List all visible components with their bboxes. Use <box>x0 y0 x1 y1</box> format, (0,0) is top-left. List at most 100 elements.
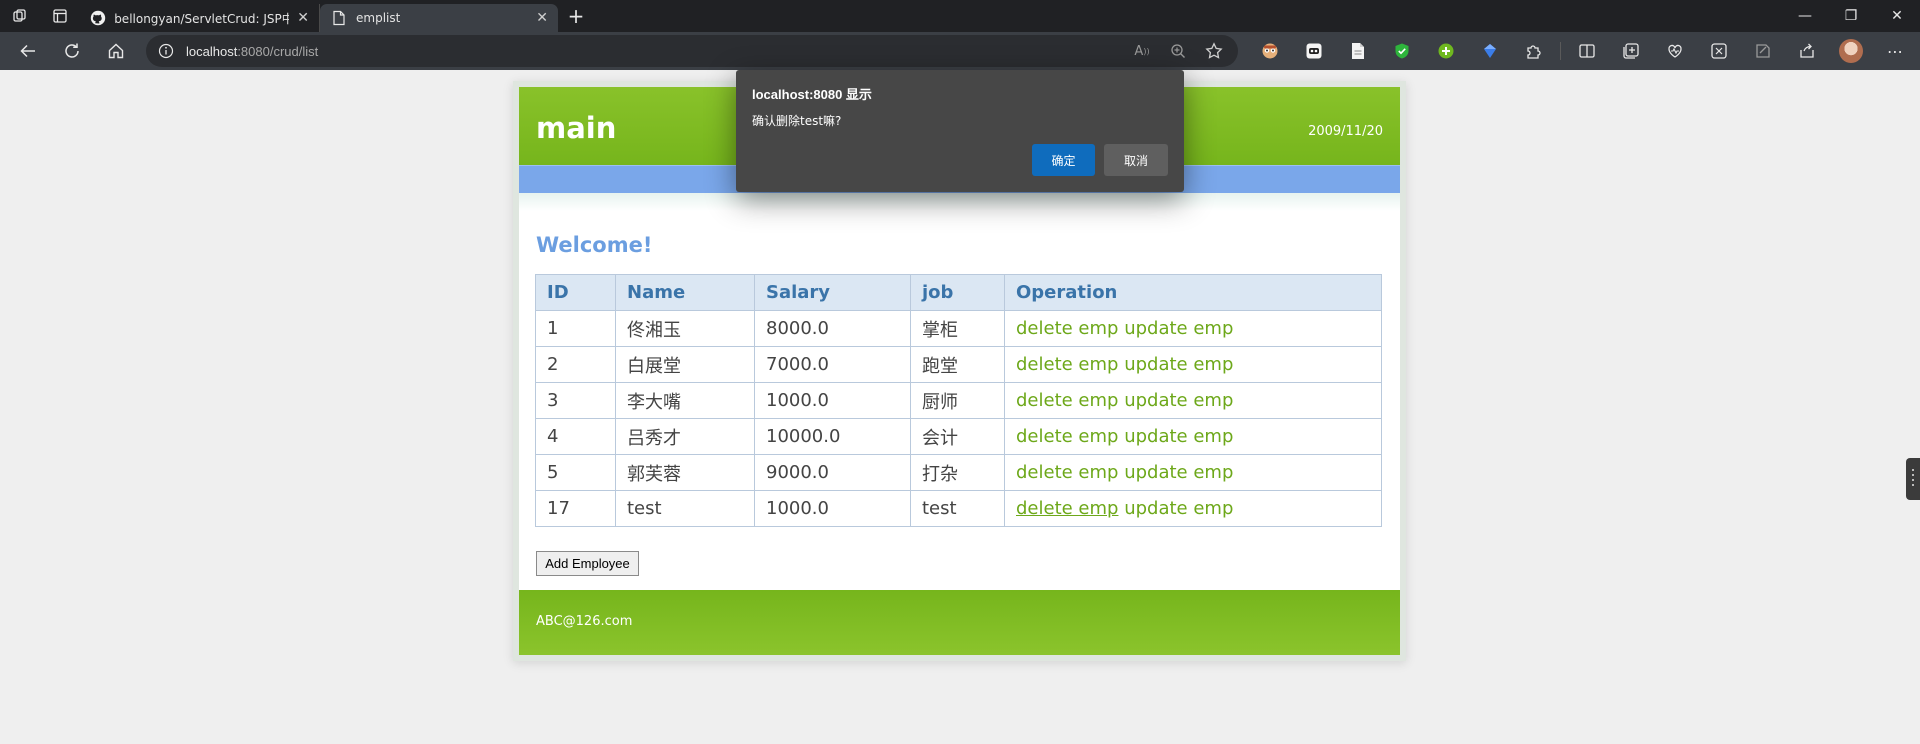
url-path: :8080/crud/list <box>237 43 319 59</box>
column-header-operation: Operation <box>1004 274 1382 311</box>
extension-robot-icon[interactable] <box>1292 32 1336 70</box>
browser-tab-bar: bellongyan/ServletCrud: JSP中Se ✕ emplist… <box>0 0 1920 32</box>
cell-salary: 9000.0 <box>754 454 911 491</box>
dialog-message: 确认删除test嘛? <box>752 114 842 128</box>
update-emp-link[interactable]: update emp <box>1124 498 1233 519</box>
update-emp-link[interactable]: update emp <box>1124 318 1233 339</box>
tracking-icon[interactable] <box>1741 32 1785 70</box>
cell-operation: delete emp update emp <box>1004 454 1382 491</box>
page-footer: ABC@126.com <box>519 590 1400 655</box>
close-window-icon[interactable]: ✕ <box>1874 0 1920 32</box>
confirm-dialog: localhost:8080 显示 确认删除test嘛? 确定 取消 <box>736 70 1184 192</box>
url-field[interactable]: localhost:8080/crud/list A)) <box>146 35 1238 67</box>
cell-salary: 7000.0 <box>754 346 911 383</box>
extension-document-icon[interactable] <box>1336 32 1380 70</box>
workspaces-icon[interactable] <box>0 0 40 32</box>
cell-operation: delete emp update emp <box>1004 310 1382 347</box>
refresh-icon[interactable] <box>50 32 94 70</box>
collections-icon[interactable] <box>1609 32 1653 70</box>
footer-email: ABC@126.com <box>536 614 633 629</box>
screenshot-icon[interactable] <box>1697 32 1741 70</box>
cell-job: 掌柜 <box>910 310 1005 347</box>
profile-avatar[interactable] <box>1829 32 1873 70</box>
cell-job: 跑堂 <box>910 346 1005 383</box>
home-icon[interactable] <box>94 32 138 70</box>
cell-operation: delete emp update emp <box>1004 346 1382 383</box>
cell-salary: 1000.0 <box>754 382 911 419</box>
extension-shield-icon[interactable] <box>1380 32 1424 70</box>
url-text: localhost:8080/crud/list <box>186 44 318 59</box>
tab-actions-icon[interactable] <box>40 0 80 32</box>
cell-name: 郭芙蓉 <box>615 454 755 491</box>
nav-shadow <box>519 193 1400 211</box>
extension-plus-icon[interactable] <box>1424 32 1468 70</box>
update-emp-link[interactable]: update emp <box>1124 390 1233 411</box>
close-tab-icon[interactable]: ✕ <box>289 10 309 26</box>
extensions-toolbar: ⋯ <box>1248 32 1917 70</box>
table-header-row: ID Name Salary job Operation <box>535 274 1382 311</box>
page-title: main <box>536 111 617 145</box>
delete-emp-link[interactable]: delete emp <box>1016 390 1118 411</box>
update-emp-link[interactable]: update emp <box>1124 426 1233 447</box>
toolbar-separator <box>1560 42 1561 60</box>
column-header-salary: Salary <box>754 274 911 311</box>
table-row: 2 白展堂 7000.0 跑堂 delete emp update emp <box>535 346 1382 383</box>
split-screen-icon[interactable] <box>1565 32 1609 70</box>
share-icon[interactable] <box>1785 32 1829 70</box>
update-emp-link[interactable]: update emp <box>1124 462 1233 483</box>
cell-id: 1 <box>535 310 616 347</box>
delete-emp-link[interactable]: delete emp <box>1016 354 1118 375</box>
extension-blue-icon[interactable] <box>1468 32 1512 70</box>
column-header-id: ID <box>535 274 616 311</box>
read-aloud-icon[interactable]: A)) <box>1126 35 1158 67</box>
column-header-name: Name <box>615 274 755 311</box>
dialog-cancel-button[interactable]: 取消 <box>1104 144 1168 176</box>
grip-icon <box>1912 469 1914 489</box>
tab-emplist[interactable]: emplist ✕ <box>320 4 558 32</box>
cell-salary: 1000.0 <box>754 490 911 527</box>
cell-job: 打杂 <box>910 454 1005 491</box>
add-employee-button[interactable]: Add Employee <box>536 551 639 576</box>
cell-id: 17 <box>535 490 616 527</box>
address-bar: localhost:8080/crud/list A)) ⋯ <box>0 32 1920 70</box>
cell-name: test <box>615 490 755 527</box>
cell-job: test <box>910 490 1005 527</box>
page-icon <box>330 10 348 26</box>
cell-salary: 10000.0 <box>754 418 911 455</box>
favorite-star-icon[interactable] <box>1198 35 1230 67</box>
cell-job: 厨师 <box>910 382 1005 419</box>
table-row: 5 郭芙蓉 9000.0 打杂 delete emp update emp <box>535 454 1382 491</box>
table-row: 4 吕秀才 10000.0 会计 delete emp update emp <box>535 418 1382 455</box>
dialog-title: localhost:8080 显示 <box>752 87 872 102</box>
restore-icon[interactable]: ❐ <box>1828 0 1874 32</box>
cell-salary: 8000.0 <box>754 310 911 347</box>
site-info-icon[interactable] <box>146 43 186 59</box>
window-controls: — ❐ ✕ <box>1782 0 1920 32</box>
extension-face-icon[interactable] <box>1248 32 1292 70</box>
close-tab-icon[interactable]: ✕ <box>528 10 548 26</box>
extensions-puzzle-icon[interactable] <box>1512 32 1556 70</box>
more-menu-icon[interactable]: ⋯ <box>1873 32 1917 70</box>
tab-title: bellongyan/ServletCrud: JSP中Se <box>114 11 290 26</box>
url-host: localhost <box>186 43 238 59</box>
sidebar-toggle-handle[interactable] <box>1906 458 1920 500</box>
page-date: 2009/11/20 <box>1308 124 1383 139</box>
cell-id: 3 <box>535 382 616 419</box>
cell-name: 佟湘玉 <box>615 310 755 347</box>
update-emp-link[interactable]: update emp <box>1124 354 1233 375</box>
delete-emp-link[interactable]: delete emp <box>1016 462 1118 483</box>
dialog-ok-button[interactable]: 确定 <box>1032 144 1095 176</box>
delete-emp-link[interactable]: delete emp <box>1016 426 1118 447</box>
github-icon <box>90 10 106 26</box>
cell-id: 4 <box>535 418 616 455</box>
tab-github[interactable]: bellongyan/ServletCrud: JSP中Se ✕ <box>80 4 320 32</box>
minimize-icon[interactable]: — <box>1782 0 1828 32</box>
browser-essentials-icon[interactable] <box>1653 32 1697 70</box>
cell-operation: delete emp update emp <box>1004 382 1382 419</box>
delete-emp-link[interactable]: delete emp <box>1016 498 1118 519</box>
table-row: 1 佟湘玉 8000.0 掌柜 delete emp update emp <box>535 310 1382 347</box>
zoom-icon[interactable] <box>1162 35 1194 67</box>
back-icon[interactable] <box>6 32 50 70</box>
new-tab-icon[interactable]: + <box>558 0 594 32</box>
delete-emp-link[interactable]: delete emp <box>1016 318 1118 339</box>
